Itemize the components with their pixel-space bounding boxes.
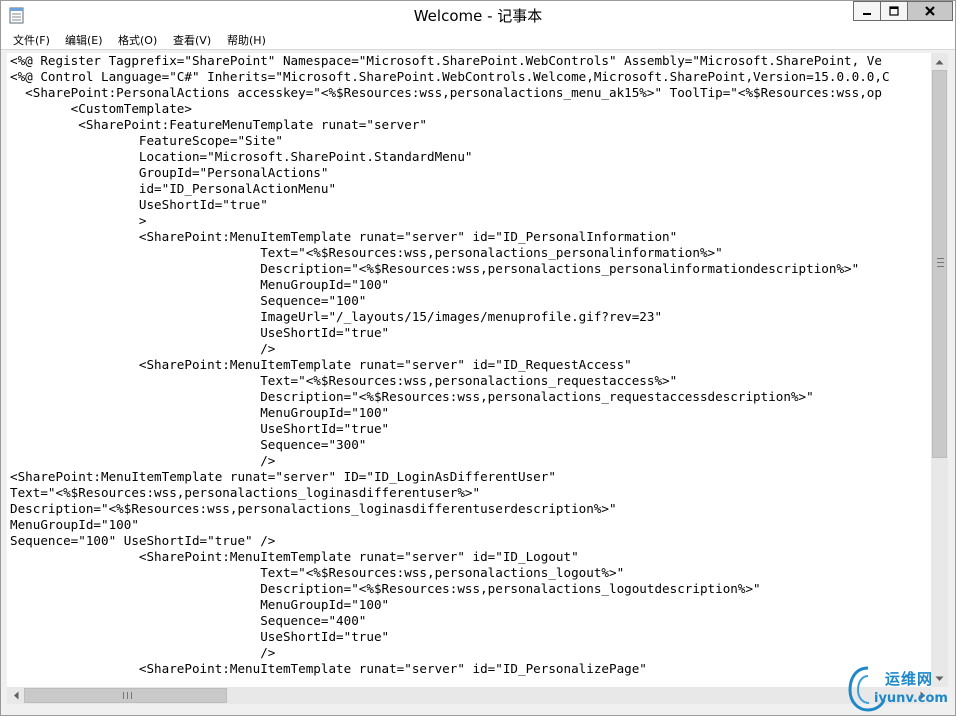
code-line: Location="Microsoft.SharePoint.StandardM… bbox=[10, 149, 473, 164]
editor-content: <%@ Register Tagprefix="SharePoint" Name… bbox=[7, 53, 931, 677]
code-line: Text="<%$Resources:wss,personalactions_l… bbox=[10, 485, 481, 500]
menu-help[interactable]: 帮助(H) bbox=[227, 32, 266, 48]
arrow-up-icon bbox=[935, 59, 944, 64]
code-line: ImageUrl="/_layouts/15/images/menuprofil… bbox=[10, 309, 663, 324]
horizontal-scroll-thumb[interactable] bbox=[24, 688, 227, 703]
code-line: Text="<%$Resources:wss,personalactions_r… bbox=[10, 373, 678, 388]
code-line: <CustomTemplate> bbox=[10, 101, 192, 116]
code-line: Sequence="400" bbox=[10, 613, 367, 628]
notepad-window: Welcome - 记事本 文件(F) 编辑(E) 格式(O) 查看(V) 帮助… bbox=[0, 0, 956, 716]
vertical-scrollbar[interactable] bbox=[931, 53, 948, 687]
menu-view[interactable]: 查看(V) bbox=[173, 32, 211, 48]
grip-icon bbox=[123, 692, 132, 699]
code-line: Text="<%$Resources:wss,personalactions_p… bbox=[10, 245, 723, 260]
menu-file[interactable]: 文件(F) bbox=[13, 32, 50, 48]
code-line: Sequence="300" bbox=[10, 437, 367, 452]
maximize-button[interactable] bbox=[880, 1, 907, 21]
code-line: UseShortId="true" bbox=[10, 421, 390, 436]
close-icon bbox=[925, 6, 935, 16]
code-line: <%@ Register Tagprefix="SharePoint" Name… bbox=[10, 53, 882, 68]
code-line: <SharePoint:FeatureMenuTemplate runat="s… bbox=[10, 117, 428, 132]
code-line: <SharePoint:MenuItemTemplate runat="serv… bbox=[10, 549, 579, 564]
vertical-scroll-thumb[interactable] bbox=[932, 70, 947, 458]
code-line: /> bbox=[10, 645, 276, 660]
code-line: Sequence="100" UseShortId="true" /> bbox=[10, 533, 276, 548]
code-line: > bbox=[10, 213, 147, 228]
code-line: <SharePoint:MenuItemTemplate runat="serv… bbox=[10, 229, 678, 244]
code-line: id="ID_PersonalActionMenu" bbox=[10, 181, 337, 196]
code-line: <%@ Control Language="C#" Inherits="Micr… bbox=[10, 69, 890, 84]
code-line: Description="<%$Resources:wss,personalac… bbox=[10, 501, 617, 516]
title-bar[interactable]: Welcome - 记事本 bbox=[1, 1, 955, 30]
watermark-en: iyunv.com bbox=[874, 691, 948, 706]
code-line: MenuGroupId="100" bbox=[10, 597, 390, 612]
window-title: Welcome - 记事本 bbox=[413, 7, 543, 25]
menu-format[interactable]: 格式(O) bbox=[118, 32, 157, 48]
code-line: FeatureScope="Site" bbox=[10, 133, 283, 148]
code-line: Text="<%$Resources:wss,personalactions_l… bbox=[10, 565, 625, 580]
code-line: Description="<%$Resources:wss,personalac… bbox=[10, 581, 761, 596]
scroll-left-button[interactable] bbox=[7, 687, 24, 704]
code-line: UseShortId="true" bbox=[10, 629, 390, 644]
code-line: <SharePoint:PersonalActions accesskey="<… bbox=[10, 85, 882, 100]
watermark: 运维网 iyunv.com bbox=[846, 664, 954, 714]
code-line: Description="<%$Resources:wss,personalac… bbox=[10, 389, 814, 404]
code-line: MenuGroupId="100" bbox=[10, 405, 390, 420]
watermark-logo-icon bbox=[848, 666, 886, 712]
menu-bar: 文件(F) 编辑(E) 格式(O) 查看(V) 帮助(H) bbox=[1, 30, 955, 50]
code-line: <SharePoint:MenuItemTemplate runat="serv… bbox=[10, 357, 632, 372]
maximize-icon bbox=[889, 6, 899, 16]
watermark-cn: 运维网 bbox=[885, 670, 934, 688]
minimize-icon bbox=[863, 13, 871, 15]
code-line: /> bbox=[10, 453, 276, 468]
text-editor[interactable]: <%@ Register Tagprefix="SharePoint" Name… bbox=[7, 53, 931, 687]
code-line: UseShortId="true" bbox=[10, 325, 390, 340]
code-line: Description="<%$Resources:wss,personalac… bbox=[10, 261, 860, 276]
code-line: Sequence="100" bbox=[10, 293, 367, 308]
arrow-left-icon bbox=[13, 691, 18, 700]
horizontal-scrollbar[interactable] bbox=[7, 687, 931, 704]
menu-edit[interactable]: 编辑(E) bbox=[65, 32, 103, 48]
code-line: MenuGroupId="100" bbox=[10, 277, 390, 292]
minimize-button[interactable] bbox=[853, 1, 880, 21]
code-line: <SharePoint:MenuItemTemplate runat="serv… bbox=[10, 661, 647, 676]
scroll-up-button[interactable] bbox=[931, 53, 948, 70]
close-button[interactable] bbox=[907, 1, 953, 21]
grip-icon bbox=[937, 258, 944, 267]
code-line: MenuGroupId="100" bbox=[10, 517, 139, 532]
code-line: /> bbox=[10, 341, 276, 356]
code-line: GroupId="PersonalActions" bbox=[10, 165, 329, 180]
code-line: UseShortId="true" bbox=[10, 197, 268, 212]
code-line: <SharePoint:MenuItemTemplate runat="serv… bbox=[10, 469, 556, 484]
